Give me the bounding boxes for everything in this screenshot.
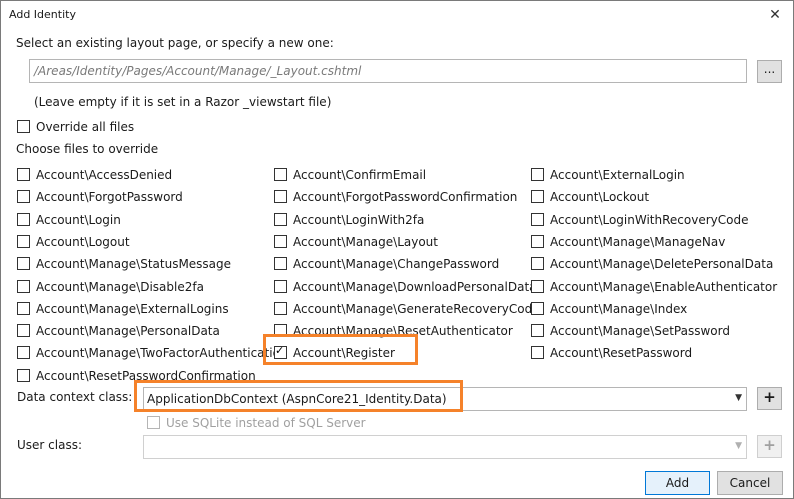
file-checkbox[interactable] (274, 168, 287, 181)
file-checkbox-label: Account\Lockout (550, 190, 650, 204)
file-checkbox[interactable] (531, 190, 544, 203)
file-checkbox-label: Account\Manage\DownloadPersonalData (293, 280, 537, 294)
file-checkbox[interactable] (274, 257, 287, 270)
sqlite-label: Use SQLite instead of SQL Server (166, 416, 366, 430)
file-checkbox[interactable] (531, 302, 544, 315)
user-class-label: User class: (17, 438, 82, 452)
file-checkbox[interactable] (531, 168, 544, 181)
file-checkbox[interactable] (17, 324, 30, 337)
choose-files-label: Choose files to override (16, 142, 159, 156)
file-checkbox-label: Account\Logout (36, 235, 130, 249)
file-checkbox[interactable] (531, 346, 544, 359)
file-checkbox[interactable] (274, 280, 287, 293)
file-checkbox-label: Account\Manage\EnableAuthenticator (550, 280, 778, 294)
file-checkbox-label: Account\Manage\PersonalData (36, 324, 220, 338)
file-checkbox-label: Account\AccessDenied (36, 168, 173, 182)
file-checkbox-label: Account\ForgotPassword (36, 190, 183, 204)
browse-button[interactable]: ... (757, 60, 782, 83)
add-user-class-button[interactable]: + (757, 435, 782, 458)
file-checkbox-label: Account\Manage\GenerateRecoveryCode (293, 302, 540, 316)
file-checkbox[interactable] (17, 168, 30, 181)
add-data-context-button[interactable]: + (757, 387, 782, 410)
file-checkbox-label: Account\Login (36, 213, 121, 227)
file-checkbox[interactable] (17, 369, 30, 382)
file-checkbox-label: Account\Manage\Layout (293, 235, 438, 249)
close-icon[interactable]: ✕ (763, 4, 787, 26)
file-checkbox[interactable] (17, 280, 30, 293)
file-checkbox-label: Account\Manage\ExternalLogins (36, 302, 229, 316)
file-checkbox[interactable] (531, 213, 544, 226)
layout-prompt: Select an existing layout page, or speci… (16, 36, 334, 50)
file-checkbox[interactable] (274, 213, 287, 226)
file-checkbox[interactable] (17, 235, 30, 248)
file-checkbox[interactable] (274, 190, 287, 203)
file-checkbox[interactable] (531, 280, 544, 293)
sqlite-checkbox[interactable] (147, 416, 160, 429)
file-checkbox-label: Account\Manage\SetPassword (550, 324, 730, 338)
override-all-checkbox[interactable] (17, 120, 30, 133)
layout-path-value: /Areas/Identity/Pages/Account/Manage/_La… (34, 64, 362, 78)
file-checkbox-label: Account\Manage\ChangePassword (293, 257, 500, 271)
layout-path-input[interactable]: /Areas/Identity/Pages/Account/Manage/_La… (29, 59, 747, 83)
chevron-down-icon: ▼ (735, 393, 742, 403)
file-checkbox[interactable] (17, 257, 30, 270)
add-identity-dialog: Add Identity ✕ Select an existing layout… (0, 0, 794, 499)
override-all-label: Override all files (36, 120, 135, 134)
file-checkbox-label: Account\ForgotPasswordConfirmation (293, 190, 518, 204)
layout-hint: (Leave empty if it is set in a Razor _vi… (34, 95, 332, 109)
file-checkbox-label: Account\LoginWithRecoveryCode (550, 213, 749, 227)
dialog-title: Add Identity (9, 8, 76, 21)
cancel-button[interactable]: Cancel (717, 471, 783, 495)
chevron-down-icon: ▼ (735, 441, 742, 451)
title-bar: Add Identity ✕ (1, 1, 793, 31)
file-checkbox-label: Account\Manage\Index (550, 302, 688, 316)
file-checkbox[interactable] (17, 302, 30, 315)
file-checkbox-label: Account\ExternalLogin (550, 168, 685, 182)
data-context-label: Data context class: (17, 390, 133, 404)
file-checkbox-label: Account\Manage\StatusMessage (36, 257, 232, 271)
file-checkbox-label: Account\ConfirmEmail (293, 168, 427, 182)
file-checkbox[interactable] (17, 346, 30, 359)
add-button[interactable]: Add (645, 471, 710, 495)
file-checkbox[interactable] (531, 257, 544, 270)
user-class-select[interactable]: ▼ (143, 435, 747, 459)
file-checkbox[interactable] (274, 235, 287, 248)
data-context-highlight (134, 380, 463, 412)
file-checkbox[interactable] (274, 302, 287, 315)
file-checkbox-label: Account\ResetPassword (550, 346, 693, 360)
file-checkbox[interactable] (17, 190, 30, 203)
file-checkbox-label: Account\LoginWith2fa (293, 213, 425, 227)
file-checkbox-label: Account\Manage\DeletePersonalData (550, 257, 774, 271)
file-checkbox-label: Account\Manage\Disable2fa (36, 280, 204, 294)
file-checkbox[interactable] (17, 213, 30, 226)
file-checkbox[interactable] (531, 235, 544, 248)
file-checkbox-label: Account\Manage\ManageNav (550, 235, 726, 249)
file-checkbox-label: Account\Manage\TwoFactorAuthenticatio (36, 346, 280, 360)
register-highlight (263, 334, 418, 365)
file-checkbox[interactable] (531, 324, 544, 337)
